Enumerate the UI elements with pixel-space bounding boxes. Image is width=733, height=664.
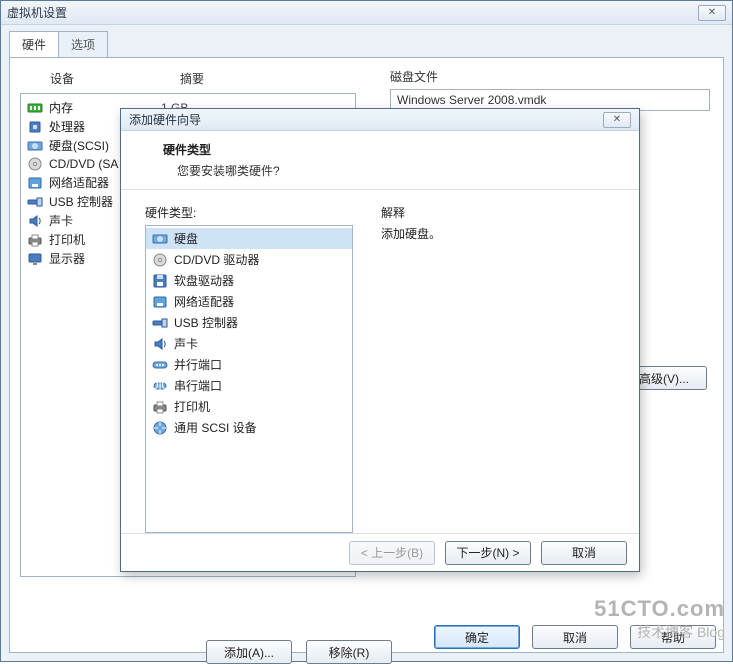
- type-list-label: 硬件类型:: [145, 204, 353, 221]
- type-row[interactable]: CD/DVD 驱动器: [146, 249, 352, 270]
- printer-icon: [152, 399, 168, 415]
- type-row[interactable]: 通用 SCSI 设备: [146, 417, 352, 438]
- wizard-title: 添加硬件向导: [129, 111, 201, 128]
- remove-button[interactable]: 移除(R): [306, 640, 392, 664]
- tab-hardware[interactable]: 硬件: [9, 31, 59, 57]
- add-hardware-wizard: 添加硬件向导 ✕ 硬件类型 您要安装哪类硬件? 硬件类型: 硬盘 CD/DVD 驱…: [120, 108, 640, 572]
- usb-icon: [27, 194, 43, 210]
- nic-icon: [27, 175, 43, 191]
- ok-button[interactable]: 确定: [434, 625, 520, 649]
- type-label: USB 控制器: [174, 314, 238, 331]
- type-row[interactable]: 声卡: [146, 333, 352, 354]
- hardware-type-list[interactable]: 硬盘 CD/DVD 驱动器软盘驱动器网络适配器 USB 控制器声卡并行端口串行端口打…: [145, 225, 353, 533]
- type-label: 打印机: [174, 398, 210, 415]
- disk-icon: [27, 138, 43, 154]
- display-icon: [27, 251, 43, 267]
- parallel-icon: [152, 357, 168, 373]
- usb-icon: [152, 315, 168, 331]
- explain-text: 添加硬盘。: [381, 225, 441, 242]
- wizard-header: 硬件类型 您要安装哪类硬件?: [121, 131, 639, 190]
- type-row[interactable]: 串行端口: [146, 375, 352, 396]
- type-row[interactable]: 打印机: [146, 396, 352, 417]
- type-row[interactable]: 并行端口: [146, 354, 352, 375]
- serial-icon: [152, 378, 168, 394]
- type-label: 通用 SCSI 设备: [174, 419, 257, 436]
- tab-options[interactable]: 选项: [58, 31, 108, 57]
- sound-icon: [27, 213, 43, 229]
- back-button: < 上一步(B): [349, 541, 435, 565]
- type-row[interactable]: 网络适配器: [146, 291, 352, 312]
- type-list-column: 硬件类型: 硬盘 CD/DVD 驱动器软盘驱动器网络适配器 USB 控制器声卡并行端…: [145, 204, 353, 533]
- next-button[interactable]: 下一步(N) >: [445, 541, 531, 565]
- add-remove-row: 添加(A)... 移除(R): [206, 640, 392, 664]
- cd-icon: [152, 252, 168, 268]
- disk-file-label: 磁盘文件: [390, 68, 713, 85]
- type-label: 网络适配器: [174, 293, 234, 310]
- memory-icon: [27, 100, 43, 116]
- explain-label: 解释: [381, 204, 441, 221]
- wizard-footer: < 上一步(B) 下一步(N) > 取消: [121, 533, 639, 571]
- disk-file-group: 磁盘文件 Windows Server 2008.vmdk: [390, 68, 713, 111]
- cpu-icon: [27, 119, 43, 135]
- col-summary: 摘要: [180, 70, 204, 87]
- wizard-heading: 硬件类型: [163, 141, 597, 158]
- wizard-subheading: 您要安装哪类硬件?: [163, 162, 597, 179]
- disk-file-value: Windows Server 2008.vmdk: [397, 93, 546, 107]
- type-label: 串行端口: [174, 377, 222, 394]
- type-label: 软盘驱动器: [174, 272, 234, 289]
- close-icon[interactable]: ✕: [603, 112, 631, 128]
- type-label: 硬盘: [174, 230, 198, 247]
- printer-icon: [27, 232, 43, 248]
- help-button[interactable]: 帮助: [630, 625, 716, 649]
- tab-strip: 硬件 选项: [9, 31, 724, 57]
- nic-icon: [152, 294, 168, 310]
- close-icon[interactable]: ✕: [698, 5, 726, 21]
- col-device: 设备: [50, 70, 74, 87]
- disk-icon: [152, 231, 168, 247]
- floppy-icon: [152, 273, 168, 289]
- scsi-icon: [152, 420, 168, 436]
- type-row[interactable]: 软盘驱动器: [146, 270, 352, 291]
- explain-column: 解释 添加硬盘。: [381, 204, 441, 533]
- window-title: 虚拟机设置: [7, 4, 67, 21]
- cd-icon: [27, 156, 43, 172]
- type-label: 并行端口: [174, 356, 222, 373]
- cancel-button[interactable]: 取消: [532, 625, 618, 649]
- wizard-cancel-button[interactable]: 取消: [541, 541, 627, 565]
- type-row[interactable]: USB 控制器: [146, 312, 352, 333]
- type-label: CD/DVD 驱动器: [174, 251, 259, 268]
- wizard-titlebar[interactable]: 添加硬件向导 ✕: [121, 109, 639, 131]
- add-button[interactable]: 添加(A)...: [206, 640, 292, 664]
- type-label: 声卡: [174, 335, 198, 352]
- type-row[interactable]: 硬盘: [146, 228, 352, 249]
- sound-icon: [152, 336, 168, 352]
- dialog-buttons: 确定 取消 帮助: [434, 625, 716, 649]
- titlebar[interactable]: 虚拟机设置 ✕: [1, 1, 732, 25]
